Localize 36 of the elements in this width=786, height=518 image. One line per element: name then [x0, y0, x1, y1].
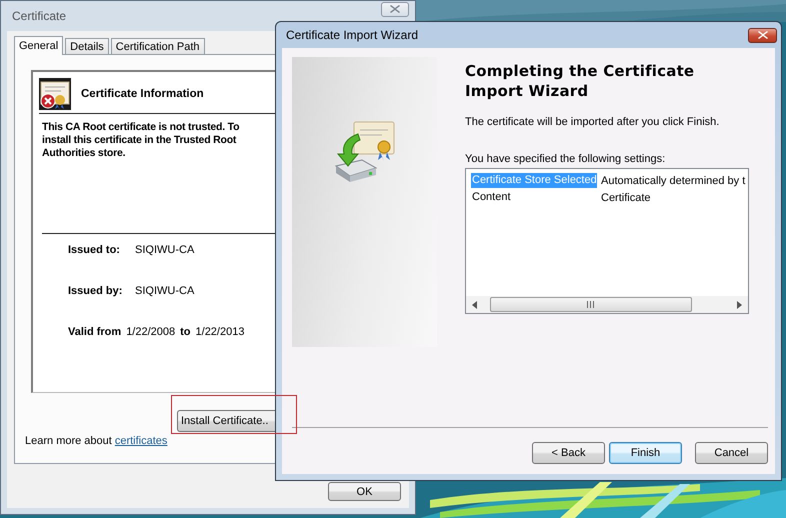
close-icon [758, 31, 768, 39]
setting-value: Automatically determined by t [601, 174, 746, 186]
field-label: to [180, 326, 191, 338]
field-label: Valid from [68, 326, 122, 338]
field-label: Issued by: [68, 285, 124, 297]
learn-more-text: Learn more about [25, 435, 112, 447]
wizard-heading: Completing the Certificate Import Wizard [465, 61, 696, 101]
grip-icon [587, 301, 595, 308]
scroll-thumb[interactable] [490, 297, 692, 312]
settings-label: You have specified the following settings: [465, 153, 666, 165]
install-certificate-button[interactable]: Install Certificate.. [177, 410, 275, 432]
wizard-button[interactable]: Cancel [695, 442, 768, 464]
scroll-right-icon[interactable] [736, 300, 742, 308]
setting-name[interactable]: Content [471, 190, 597, 205]
field-value: SIQIWU-CA [135, 244, 194, 256]
certificate-error-icon [39, 78, 71, 110]
field-value: 1/22/2008 [126, 326, 176, 338]
ok-button[interactable]: OK [328, 482, 401, 501]
close-button[interactable] [748, 28, 777, 42]
tab[interactable]: Details [65, 38, 109, 54]
setting-value: Certificate [601, 192, 651, 204]
tab[interactable]: General [14, 36, 64, 55]
tab[interactable]: Certification Path [110, 38, 205, 54]
field-value: 1/22/2013 [196, 326, 244, 338]
wizard-button[interactable]: < Back [532, 442, 605, 464]
field-label: Issued to: [68, 244, 121, 256]
wizard-button[interactable]: Finish [609, 442, 682, 464]
info-title: Certificate Information [81, 88, 204, 100]
field-value: SIQIWU-CA [135, 285, 194, 297]
scroll-left-icon[interactable] [472, 300, 478, 308]
close-icon [390, 5, 400, 13]
horizontal-scrollbar[interactable] [466, 296, 748, 313]
certificates-link[interactable]: certificates [114, 435, 168, 447]
window-title: Certificate [12, 9, 66, 23]
window-title: Certificate Import Wizard [286, 28, 418, 42]
wizard-message: The certificate will be imported after you click Finish. [465, 116, 720, 128]
